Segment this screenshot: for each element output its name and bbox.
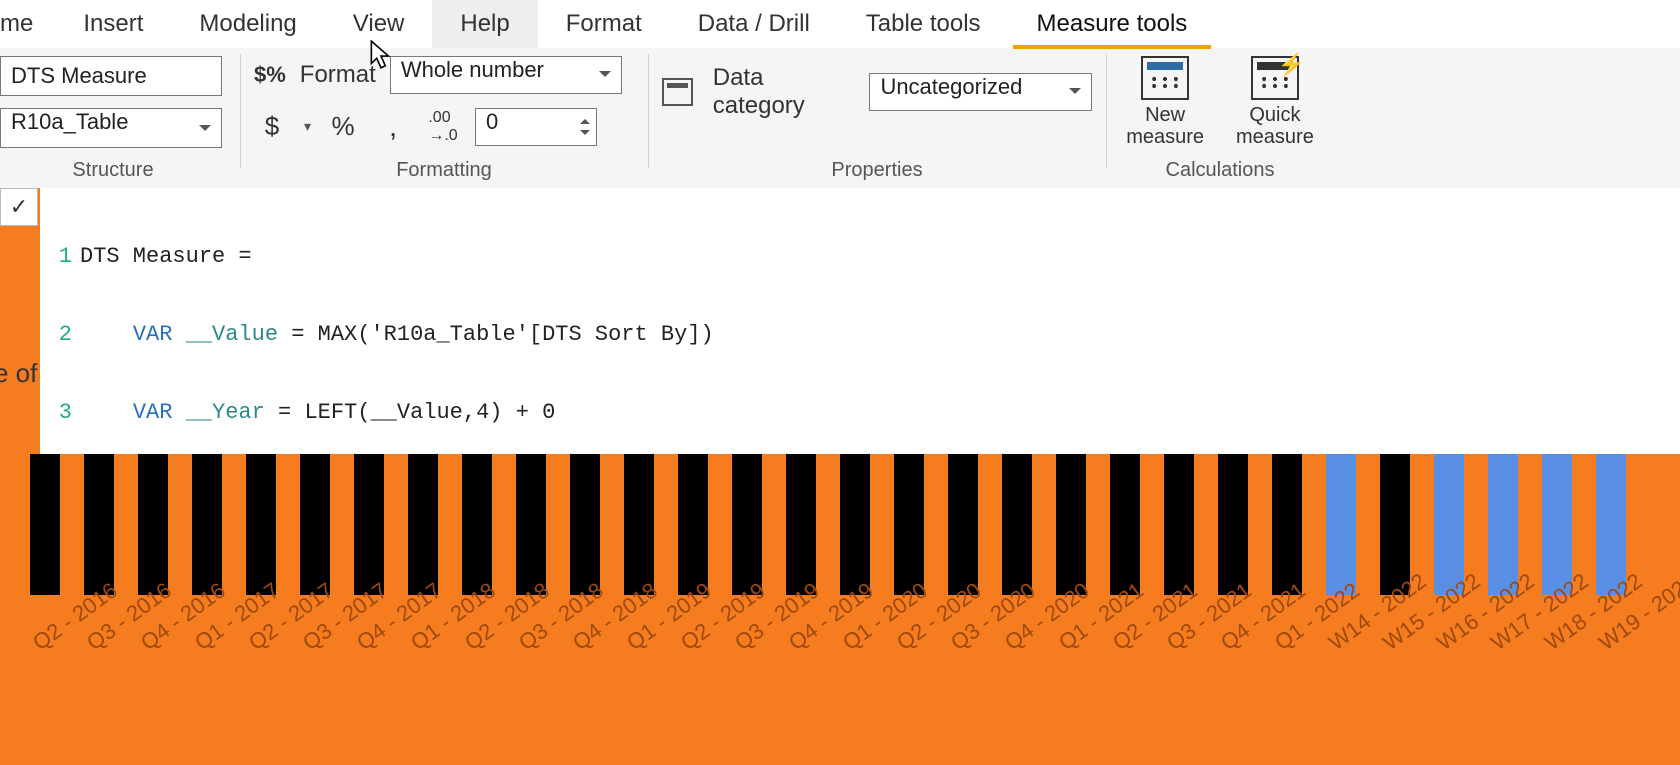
currency-button[interactable]: $ <box>254 109 290 145</box>
bar[interactable] <box>1110 454 1140 595</box>
bar[interactable] <box>1164 454 1194 595</box>
bar[interactable] <box>516 454 546 595</box>
formula-code[interactable]: DTS Measure = VAR __Value = MAX('R10a_Ta… <box>80 192 1680 454</box>
format-select[interactable]: Whole number <box>390 56 622 94</box>
bar[interactable] <box>1488 454 1518 595</box>
axis-title-fragment: e of <box>0 358 37 389</box>
bar[interactable] <box>1218 454 1248 595</box>
data-category-icon <box>662 78 693 106</box>
bar[interactable] <box>624 454 654 595</box>
group-calculations-label: Calculations <box>1120 159 1320 186</box>
line-gutter: 1 2 3 4 5 6 7 8 9 10 <box>40 188 78 454</box>
format-label: Format <box>300 61 376 89</box>
tab-table-tools[interactable]: Table tools <box>838 0 1009 48</box>
measure-name-input[interactable] <box>0 56 222 96</box>
bar[interactable] <box>1326 454 1356 595</box>
new-measure-button[interactable]: New measure <box>1120 56 1210 148</box>
bar[interactable] <box>300 454 330 595</box>
bar[interactable] <box>840 454 870 595</box>
tab-data-drill[interactable]: Data / Drill <box>670 0 838 48</box>
group-structure-label: Structure <box>0 159 226 186</box>
bar[interactable] <box>732 454 762 595</box>
ribbon-tabs: me Insert Modeling View Help Format Data… <box>0 0 1680 48</box>
bar[interactable] <box>1002 454 1032 595</box>
bar[interactable] <box>570 454 600 595</box>
tab-modeling[interactable]: Modeling <box>171 0 324 48</box>
tab-insert[interactable]: Insert <box>55 0 171 48</box>
bar[interactable] <box>894 454 924 595</box>
bar[interactable] <box>1272 454 1302 595</box>
bar[interactable] <box>1596 454 1626 595</box>
formula-bar[interactable]: 1 2 3 4 5 6 7 8 9 10 DTS Measure = VAR _… <box>40 188 1680 454</box>
format-icon: $% <box>254 62 286 88</box>
bar[interactable] <box>786 454 816 595</box>
bar[interactable] <box>678 454 708 595</box>
group-formatting-label: Formatting <box>254 159 634 186</box>
lightning-icon: ⚡ <box>1278 52 1305 78</box>
quick-measure-button[interactable]: ⚡ Quick measure <box>1230 56 1320 148</box>
ribbon: R10a_Table Structure $% Format Whole num… <box>0 48 1680 189</box>
decimal-shift-button[interactable]: .00→.0 <box>425 109 461 145</box>
bar-chart[interactable]: Q2 - 2016Q3 - 2016Q4 - 2016Q1 - 2017Q2 -… <box>30 454 1680 765</box>
bar[interactable] <box>84 454 114 595</box>
group-properties-label: Properties <box>662 159 1092 186</box>
bar[interactable] <box>354 454 384 595</box>
bar[interactable] <box>30 454 60 595</box>
thousands-button[interactable]: ‚ <box>375 109 411 145</box>
bar[interactable] <box>192 454 222 595</box>
home-table-select[interactable]: R10a_Table <box>0 108 222 148</box>
bar[interactable] <box>1056 454 1086 595</box>
decimals-spinner[interactable] <box>576 111 594 143</box>
commit-formula-button[interactable]: ✓ <box>0 188 38 226</box>
bar[interactable] <box>246 454 276 595</box>
tab-help[interactable]: Help <box>432 0 537 48</box>
percent-button[interactable]: % <box>325 109 361 145</box>
tab-view[interactable]: View <box>325 0 433 48</box>
bar[interactable] <box>1542 454 1572 595</box>
tab-format[interactable]: Format <box>538 0 670 48</box>
calculator-icon <box>1141 56 1189 100</box>
bar[interactable] <box>138 454 168 595</box>
bar[interactable] <box>948 454 978 595</box>
calculator-icon: ⚡ <box>1251 56 1299 100</box>
tab-measure-tools[interactable]: Measure tools <box>1009 0 1216 48</box>
tab-home[interactable]: me <box>0 0 55 48</box>
data-category-select[interactable]: Uncategorized <box>869 73 1092 111</box>
data-category-label: Data category <box>713 64 856 120</box>
check-icon: ✓ <box>10 194 28 220</box>
bar[interactable] <box>408 454 438 595</box>
report-canvas: ✓ e of 1 2 3 4 5 6 7 8 9 10 DTS Measure … <box>0 188 1680 765</box>
bar[interactable] <box>462 454 492 595</box>
bar[interactable] <box>1380 454 1410 595</box>
decimals-input[interactable]: 0 <box>475 108 597 146</box>
bar[interactable] <box>1434 454 1464 595</box>
